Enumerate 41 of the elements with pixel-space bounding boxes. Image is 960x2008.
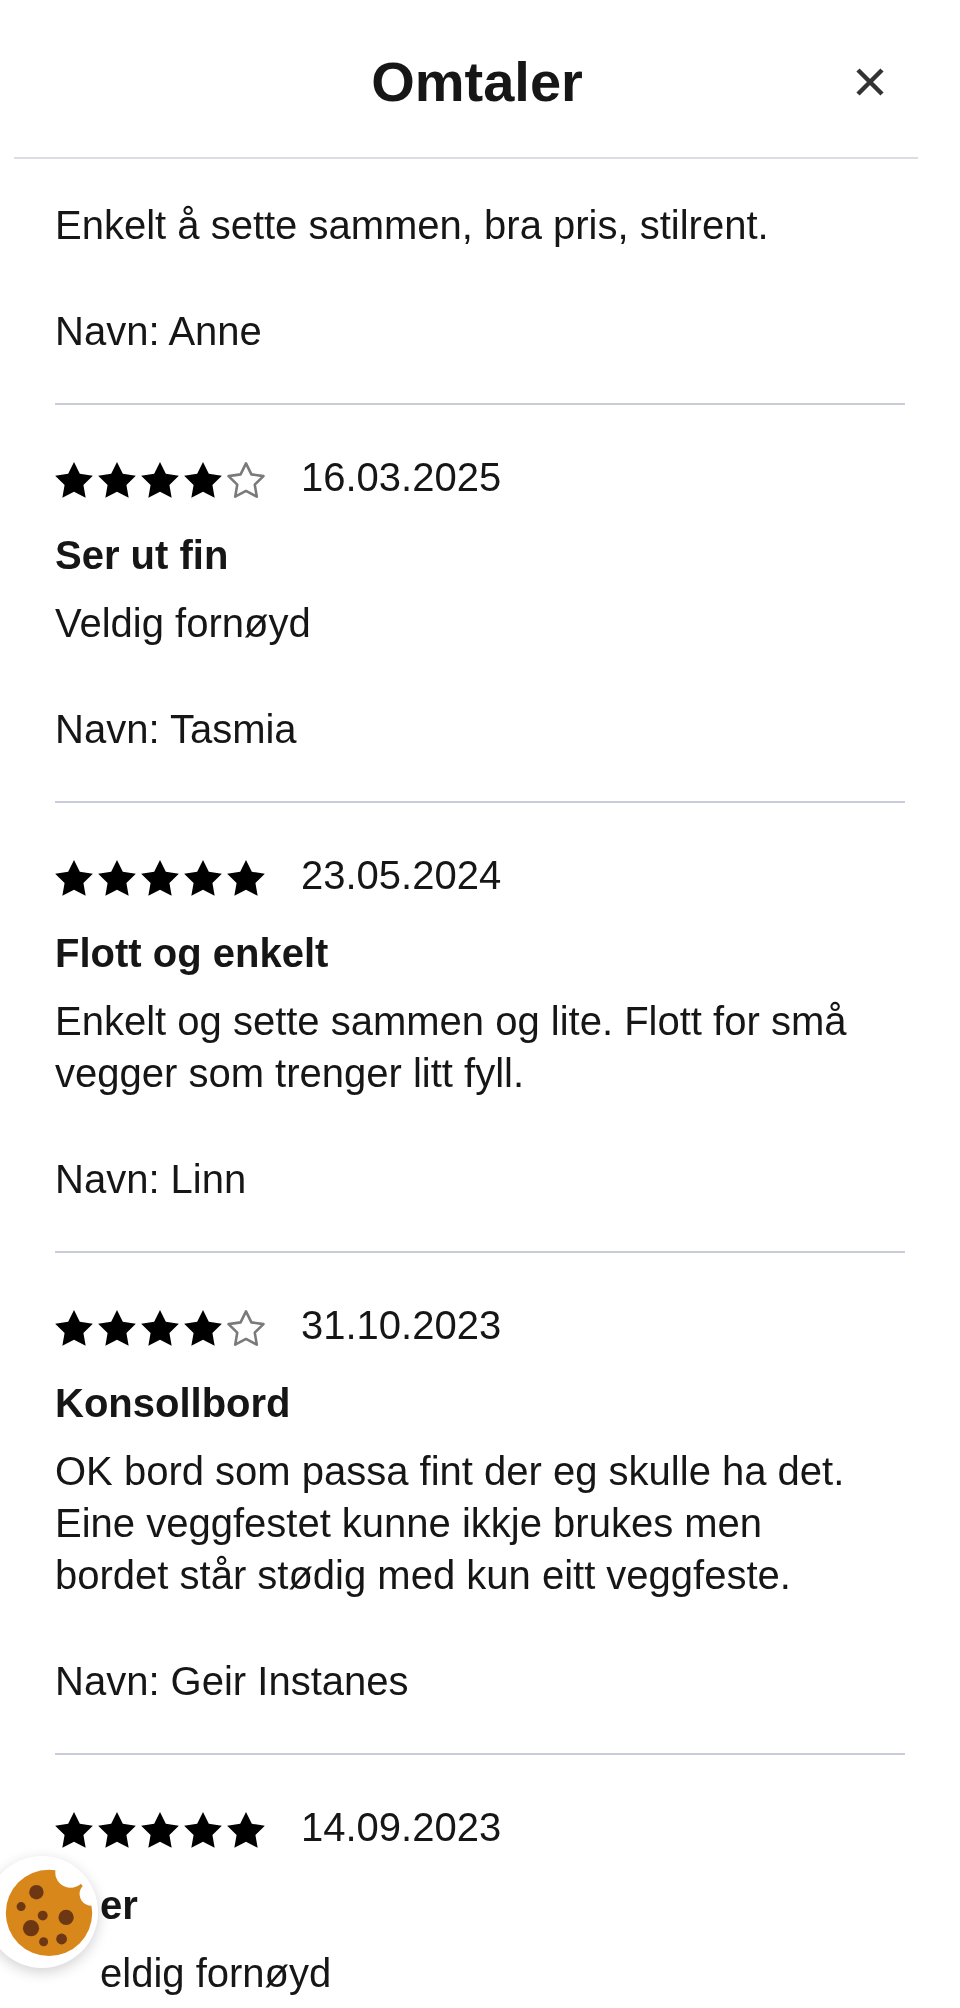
star-icon [55,461,93,498]
star-icon [98,1811,136,1848]
star-icon [141,859,179,896]
reviewer-name: Navn: Linn [55,1156,248,1203]
star-icon [141,1309,179,1346]
review-text: Enkelt å sette sammen, bra pris, stilrent. [55,202,770,249]
reviewer-name: Navn: Tasmia [55,706,298,753]
review-title: Ser ut fin [55,532,230,579]
star-icon [55,1811,93,1848]
star-icon [98,1309,136,1346]
review-title: er [100,1882,139,1929]
star-icon [55,1309,93,1346]
review-title: Konsollbord [55,1380,292,1427]
star-outline-icon [227,1309,265,1346]
star-icon [227,859,265,896]
star-outline-icon [227,461,265,498]
review-date: 16.03.2025 [301,454,502,501]
reviewer-name: Navn: Geir Instanes [55,1658,410,1705]
review-text: Enkelt og sette sammen og lite. Flott for små vegger som trenger litt fyll. [55,998,848,1097]
reviewer-name: Navn: Anne [55,308,263,355]
star-icon [184,859,222,896]
star-icon [141,1811,179,1848]
cookie-icon [4,1867,94,1957]
review-text: OK bord som passa fint der eg skulle ha det. Eine veggfestet kunne ikkje brukes men bordet står stødig med kun eitt veggfeste. [55,1448,846,1599]
star-icon [184,461,222,498]
review-date: 14.09.2023 [301,1804,502,1851]
review-title: Flott og enkelt [55,930,330,977]
star-icon [98,461,136,498]
star-icon [141,461,179,498]
review-date: 31.10.2023 [301,1302,502,1349]
review-date: 23.05.2024 [301,852,502,899]
cookie-button[interactable] [0,1856,98,1968]
star-icon [184,1811,222,1848]
close-icon [856,67,884,96]
star-icon [227,1811,265,1848]
review-text: eldig fornøyd [100,1950,333,1997]
dialog-title: Omtaler [371,48,584,115]
star-icon [98,859,136,896]
star-icon [55,859,93,896]
star-icon [184,1309,222,1346]
review-text: Veldig fornøyd [55,600,312,647]
